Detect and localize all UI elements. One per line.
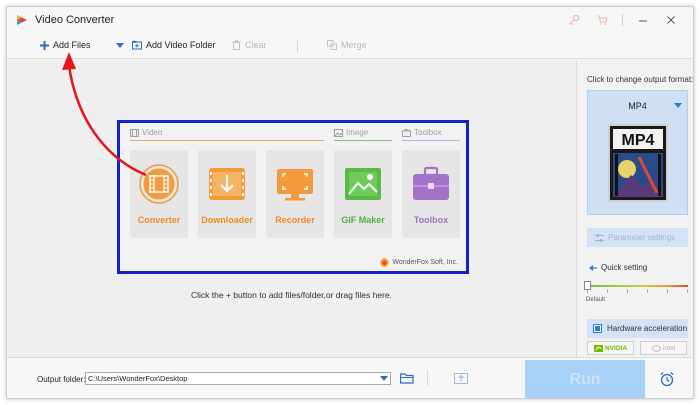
- minimize-icon[interactable]: [629, 12, 657, 28]
- clear-button[interactable]: Clear: [232, 40, 267, 50]
- format-dropdown-icon: [674, 103, 682, 108]
- brand-label: WonderFox Soft, Inc.: [392, 259, 458, 266]
- settings-sliders-icon: [595, 233, 604, 242]
- toolbox-section-icon: [402, 128, 411, 137]
- hardware-acceleration-toggle[interactable]: Hardware acceleration: [587, 319, 688, 338]
- drop-hint: Click the + button to add files/folder,o…: [190, 290, 393, 300]
- section-video: Video: [130, 128, 162, 137]
- nvidia-logo-icon: [593, 344, 603, 352]
- video-section-icon: [130, 128, 139, 137]
- bottom-bar: Output folder: C:\Users\WonderFox\Deskto…: [7, 357, 693, 398]
- window-title: Video Converter: [35, 14, 115, 26]
- feature-launcher: Video Image Toolbox Converter Downloader…: [117, 120, 469, 274]
- cart-icon[interactable]: [588, 12, 616, 28]
- video-section-divider: [130, 140, 324, 141]
- add-files-button[interactable]: Add Files: [40, 40, 91, 50]
- nvidia-chip[interactable]: NVIDIA: [587, 341, 634, 355]
- recorder-tile[interactable]: Recorder: [266, 150, 324, 238]
- wonderfox-logo-icon: [380, 258, 390, 267]
- mp4-image-text: MP4: [622, 132, 655, 149]
- quality-slider-track[interactable]: [587, 285, 688, 287]
- add-files-label: Add Files: [53, 40, 91, 50]
- parameter-settings-button[interactable]: Parameter settings: [587, 228, 688, 247]
- mp4-format-icon: MP4: [608, 124, 668, 202]
- run-button[interactable]: Run: [525, 360, 645, 398]
- downloader-tile[interactable]: Downloader: [198, 150, 256, 238]
- downloader-label: Downloader: [201, 215, 253, 225]
- quality-slider-ticks: [587, 289, 688, 293]
- hardware-acceleration-label: Hardware acceleration: [607, 324, 688, 333]
- section-image-label: Image: [346, 128, 369, 137]
- image-section-icon: [334, 128, 343, 137]
- quick-setting-label: Quick setting: [601, 263, 648, 272]
- trash-icon: [232, 40, 241, 50]
- hardware-acceleration-checkbox[interactable]: [593, 324, 602, 333]
- download-icon: [209, 168, 245, 200]
- output-format-selector[interactable]: MP4 MP4: [587, 90, 688, 215]
- image-icon: [345, 168, 381, 200]
- merge-button[interactable]: Merge: [327, 40, 367, 50]
- add-video-folder-label: Add Video Folder: [146, 40, 216, 50]
- add-files-dropdown-icon[interactable]: [116, 43, 124, 48]
- parameter-settings-label: Parameter settings: [608, 233, 676, 242]
- output-folder-path: C:\Users\WonderFox\Desktop: [88, 374, 188, 383]
- export-folder-icon[interactable]: [454, 372, 468, 384]
- output-folder-label: Output folder:: [37, 375, 86, 384]
- clear-label: Clear: [245, 40, 267, 50]
- merge-icon: [327, 40, 337, 50]
- recorder-label: Recorder: [275, 215, 315, 225]
- section-image: Image: [334, 128, 368, 137]
- gif-maker-tile[interactable]: GIF Maker: [334, 150, 392, 238]
- close-icon[interactable]: [657, 12, 685, 28]
- bottom-divider: [427, 370, 428, 386]
- drop-area[interactable]: Video Image Toolbox Converter Downloader…: [7, 60, 576, 357]
- screen-record-icon: [277, 169, 313, 201]
- quick-setting: Quick setting: [589, 263, 647, 272]
- nvidia-label: NVIDIA: [604, 344, 628, 352]
- output-folder-dropdown-icon[interactable]: [380, 376, 388, 381]
- converter-label: Converter: [137, 215, 181, 225]
- toolbox-section-divider: [402, 140, 460, 141]
- section-toolbox-label: Toolbox: [414, 128, 442, 137]
- converter-tile[interactable]: Converter: [130, 150, 188, 238]
- folder-add-icon: [132, 40, 142, 50]
- gif-maker-label: GIF Maker: [341, 215, 385, 225]
- output-panel: Click to change output format: MP4 MP4 P…: [576, 60, 694, 357]
- brand-credit: WonderFox Soft, Inc.: [380, 258, 458, 267]
- app-window: Video Converter Add Files Add Video Fold…: [6, 6, 694, 399]
- toolbox-icon: [413, 166, 449, 200]
- toolbox-tile[interactable]: Toolbox: [402, 150, 460, 238]
- image-section-divider: [334, 140, 392, 141]
- output-format-name: MP4: [628, 101, 647, 111]
- open-folder-icon[interactable]: [400, 372, 414, 384]
- plus-icon: [40, 40, 49, 50]
- quick-setting-icon: [589, 264, 597, 271]
- output-folder-field[interactable]: C:\Users\WonderFox\Desktop: [85, 372, 391, 385]
- slider-default-label: Default: [586, 297, 606, 303]
- alarm-clock-icon[interactable]: [659, 371, 675, 387]
- intel-label: Intel: [662, 344, 676, 352]
- section-video-label: Video: [142, 128, 163, 137]
- toolbar: Add Files Add Video Folder Clear Merge: [7, 33, 693, 59]
- intel-chip[interactable]: Intel: [640, 341, 687, 355]
- register-key-icon[interactable]: [560, 12, 588, 28]
- section-toolbox: Toolbox: [402, 128, 442, 137]
- toolbox-label: Toolbox: [413, 215, 449, 225]
- output-format-caption: Click to change output format:: [587, 75, 694, 84]
- add-video-folder-button[interactable]: Add Video Folder: [132, 40, 215, 50]
- quality-slider-knob[interactable]: [584, 281, 591, 290]
- app-logo-icon: [17, 15, 27, 25]
- merge-label: Merge: [341, 40, 367, 50]
- title-bar: Video Converter: [7, 7, 693, 33]
- intel-logo-icon: [651, 344, 661, 352]
- film-icon: [139, 164, 179, 204]
